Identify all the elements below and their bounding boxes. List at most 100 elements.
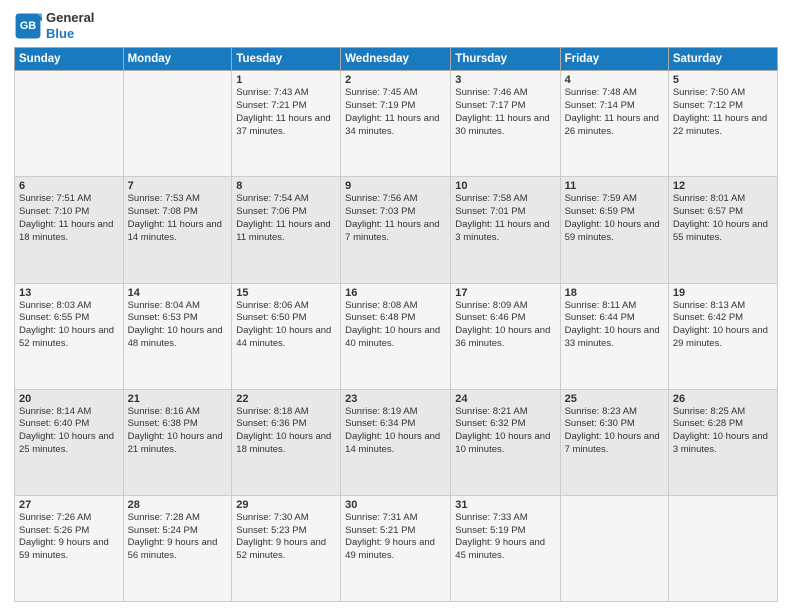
day-number: 31	[455, 499, 555, 511]
day-info: Sunrise: 8:09 AM Sunset: 6:46 PM Dayligh…	[455, 300, 555, 351]
calendar-cell: 8Sunrise: 7:54 AM Sunset: 7:06 PM Daylig…	[232, 177, 341, 283]
day-info: Sunrise: 8:01 AM Sunset: 6:57 PM Dayligh…	[673, 193, 773, 244]
calendar-cell: 14Sunrise: 8:04 AM Sunset: 6:53 PM Dayli…	[123, 283, 232, 389]
calendar-cell: 19Sunrise: 8:13 AM Sunset: 6:42 PM Dayli…	[668, 283, 777, 389]
day-info: Sunrise: 7:54 AM Sunset: 7:06 PM Dayligh…	[236, 193, 336, 244]
day-info: Sunrise: 8:23 AM Sunset: 6:30 PM Dayligh…	[565, 406, 664, 457]
day-number: 1	[236, 74, 336, 86]
calendar-cell: 18Sunrise: 8:11 AM Sunset: 6:44 PM Dayli…	[560, 283, 668, 389]
day-info: Sunrise: 7:50 AM Sunset: 7:12 PM Dayligh…	[673, 87, 773, 138]
calendar-cell: 5Sunrise: 7:50 AM Sunset: 7:12 PM Daylig…	[668, 71, 777, 177]
day-number: 9	[345, 180, 446, 192]
calendar-cell: 10Sunrise: 7:58 AM Sunset: 7:01 PM Dayli…	[451, 177, 560, 283]
day-info: Sunrise: 7:46 AM Sunset: 7:17 PM Dayligh…	[455, 87, 555, 138]
column-header-monday: Monday	[123, 48, 232, 71]
day-info: Sunrise: 8:21 AM Sunset: 6:32 PM Dayligh…	[455, 406, 555, 457]
calendar-cell: 15Sunrise: 8:06 AM Sunset: 6:50 PM Dayli…	[232, 283, 341, 389]
column-header-saturday: Saturday	[668, 48, 777, 71]
day-number: 19	[673, 287, 773, 299]
day-info: Sunrise: 7:53 AM Sunset: 7:08 PM Dayligh…	[128, 193, 228, 244]
day-info: Sunrise: 7:56 AM Sunset: 7:03 PM Dayligh…	[345, 193, 446, 244]
day-number: 26	[673, 393, 773, 405]
day-info: Sunrise: 7:33 AM Sunset: 5:19 PM Dayligh…	[455, 512, 555, 563]
calendar-table: SundayMondayTuesdayWednesdayThursdayFrid…	[14, 47, 778, 602]
day-number: 13	[19, 287, 119, 299]
calendar-cell: 20Sunrise: 8:14 AM Sunset: 6:40 PM Dayli…	[15, 389, 124, 495]
calendar-cell: 31Sunrise: 7:33 AM Sunset: 5:19 PM Dayli…	[451, 495, 560, 601]
calendar-cell	[560, 495, 668, 601]
logo-line2: Blue	[46, 26, 94, 42]
day-number: 16	[345, 287, 446, 299]
svg-text:GB: GB	[20, 20, 36, 32]
day-number: 22	[236, 393, 336, 405]
day-number: 4	[565, 74, 664, 86]
calendar-cell: 16Sunrise: 8:08 AM Sunset: 6:48 PM Dayli…	[341, 283, 451, 389]
day-number: 3	[455, 74, 555, 86]
day-number: 14	[128, 287, 228, 299]
day-number: 30	[345, 499, 446, 511]
calendar-cell: 4Sunrise: 7:48 AM Sunset: 7:14 PM Daylig…	[560, 71, 668, 177]
calendar-cell: 29Sunrise: 7:30 AM Sunset: 5:23 PM Dayli…	[232, 495, 341, 601]
day-info: Sunrise: 7:31 AM Sunset: 5:21 PM Dayligh…	[345, 512, 446, 563]
day-info: Sunrise: 7:45 AM Sunset: 7:19 PM Dayligh…	[345, 87, 446, 138]
calendar-cell: 17Sunrise: 8:09 AM Sunset: 6:46 PM Dayli…	[451, 283, 560, 389]
calendar-cell	[15, 71, 124, 177]
day-number: 18	[565, 287, 664, 299]
day-number: 6	[19, 180, 119, 192]
calendar-cell: 6Sunrise: 7:51 AM Sunset: 7:10 PM Daylig…	[15, 177, 124, 283]
main-container: GB General Blue SundayMondayTuesdayWedne…	[0, 0, 792, 612]
calendar-cell: 24Sunrise: 8:21 AM Sunset: 6:32 PM Dayli…	[451, 389, 560, 495]
day-number: 21	[128, 393, 228, 405]
day-number: 7	[128, 180, 228, 192]
column-header-thursday: Thursday	[451, 48, 560, 71]
day-info: Sunrise: 8:03 AM Sunset: 6:55 PM Dayligh…	[19, 300, 119, 351]
calendar-cell: 3Sunrise: 7:46 AM Sunset: 7:17 PM Daylig…	[451, 71, 560, 177]
day-info: Sunrise: 7:26 AM Sunset: 5:26 PM Dayligh…	[19, 512, 119, 563]
day-number: 17	[455, 287, 555, 299]
day-info: Sunrise: 8:08 AM Sunset: 6:48 PM Dayligh…	[345, 300, 446, 351]
day-number: 11	[565, 180, 664, 192]
column-header-sunday: Sunday	[15, 48, 124, 71]
day-number: 29	[236, 499, 336, 511]
day-number: 23	[345, 393, 446, 405]
day-number: 8	[236, 180, 336, 192]
calendar-cell	[668, 495, 777, 601]
day-info: Sunrise: 7:59 AM Sunset: 6:59 PM Dayligh…	[565, 193, 664, 244]
day-info: Sunrise: 7:30 AM Sunset: 5:23 PM Dayligh…	[236, 512, 336, 563]
day-number: 10	[455, 180, 555, 192]
day-info: Sunrise: 8:14 AM Sunset: 6:40 PM Dayligh…	[19, 406, 119, 457]
calendar-cell: 30Sunrise: 7:31 AM Sunset: 5:21 PM Dayli…	[341, 495, 451, 601]
calendar-cell: 23Sunrise: 8:19 AM Sunset: 6:34 PM Dayli…	[341, 389, 451, 495]
day-info: Sunrise: 7:58 AM Sunset: 7:01 PM Dayligh…	[455, 193, 555, 244]
day-number: 25	[565, 393, 664, 405]
calendar-body: 1Sunrise: 7:43 AM Sunset: 7:21 PM Daylig…	[15, 71, 778, 602]
day-number: 28	[128, 499, 228, 511]
week-row-1: 1Sunrise: 7:43 AM Sunset: 7:21 PM Daylig…	[15, 71, 778, 177]
calendar-cell: 27Sunrise: 7:26 AM Sunset: 5:26 PM Dayli…	[15, 495, 124, 601]
day-info: Sunrise: 7:51 AM Sunset: 7:10 PM Dayligh…	[19, 193, 119, 244]
column-header-wednesday: Wednesday	[341, 48, 451, 71]
day-info: Sunrise: 7:43 AM Sunset: 7:21 PM Dayligh…	[236, 87, 336, 138]
day-info: Sunrise: 8:11 AM Sunset: 6:44 PM Dayligh…	[565, 300, 664, 351]
calendar-cell: 26Sunrise: 8:25 AM Sunset: 6:28 PM Dayli…	[668, 389, 777, 495]
week-row-5: 27Sunrise: 7:26 AM Sunset: 5:26 PM Dayli…	[15, 495, 778, 601]
calendar-cell: 25Sunrise: 8:23 AM Sunset: 6:30 PM Dayli…	[560, 389, 668, 495]
logo: GB General Blue	[14, 10, 94, 41]
calendar-header-row: SundayMondayTuesdayWednesdayThursdayFrid…	[15, 48, 778, 71]
day-info: Sunrise: 8:04 AM Sunset: 6:53 PM Dayligh…	[128, 300, 228, 351]
day-number: 20	[19, 393, 119, 405]
day-number: 5	[673, 74, 773, 86]
day-info: Sunrise: 8:25 AM Sunset: 6:28 PM Dayligh…	[673, 406, 773, 457]
day-info: Sunrise: 8:06 AM Sunset: 6:50 PM Dayligh…	[236, 300, 336, 351]
logo-line1: General	[46, 10, 94, 26]
column-header-friday: Friday	[560, 48, 668, 71]
calendar-cell: 13Sunrise: 8:03 AM Sunset: 6:55 PM Dayli…	[15, 283, 124, 389]
day-info: Sunrise: 8:13 AM Sunset: 6:42 PM Dayligh…	[673, 300, 773, 351]
calendar-cell: 12Sunrise: 8:01 AM Sunset: 6:57 PM Dayli…	[668, 177, 777, 283]
calendar-cell: 1Sunrise: 7:43 AM Sunset: 7:21 PM Daylig…	[232, 71, 341, 177]
calendar-cell	[123, 71, 232, 177]
calendar-cell: 22Sunrise: 8:18 AM Sunset: 6:36 PM Dayli…	[232, 389, 341, 495]
day-number: 12	[673, 180, 773, 192]
day-number: 27	[19, 499, 119, 511]
day-info: Sunrise: 8:16 AM Sunset: 6:38 PM Dayligh…	[128, 406, 228, 457]
